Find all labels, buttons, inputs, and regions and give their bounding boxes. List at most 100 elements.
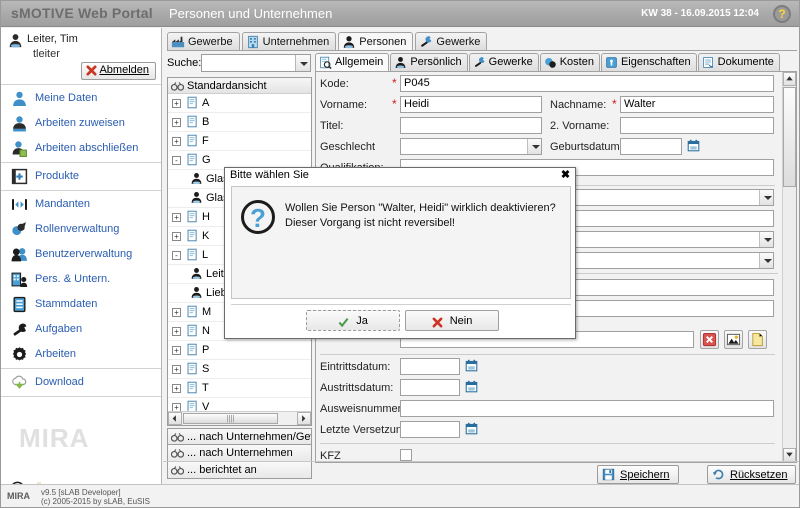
- ausweisnummer-input[interactable]: [400, 400, 774, 417]
- scroll-up-button[interactable]: [783, 72, 796, 86]
- tree-expander[interactable]: +: [172, 118, 181, 127]
- chevron-down-icon[interactable]: [759, 232, 773, 247]
- tab-gewerbe[interactable]: Gewerbe: [167, 32, 240, 51]
- scroll-left-button[interactable]: [168, 412, 182, 425]
- image-icon[interactable]: [724, 330, 743, 349]
- tree-item-folder[interactable]: + B: [168, 113, 311, 132]
- tree-expander[interactable]: +: [172, 99, 181, 108]
- tree-item-label: L: [202, 249, 209, 261]
- tab-label: Dokumente: [717, 56, 774, 68]
- kode-input[interactable]: P045: [400, 75, 774, 92]
- sidebar-item-benutzerverwaltung[interactable]: Benutzerverwaltung: [1, 242, 161, 267]
- geburtsdatum-input[interactable]: [620, 138, 682, 155]
- sidebar-item-aufgaben[interactable]: Aufgaben: [1, 317, 161, 342]
- tab-kosten[interactable]: Kosten: [539, 53, 600, 71]
- tree-hscrollbar[interactable]: ||||: [168, 411, 311, 425]
- no-button[interactable]: Nein: [405, 310, 499, 331]
- reset-button[interactable]: Rücksetzen: [707, 465, 797, 484]
- letzte-versetzung-input[interactable]: [400, 421, 460, 438]
- tree-expander[interactable]: +: [172, 365, 181, 374]
- tree-item-folder[interactable]: + S: [168, 360, 311, 379]
- austrittsdatum-input[interactable]: [400, 379, 460, 396]
- search-input[interactable]: [201, 54, 311, 72]
- tree-expander[interactable]: +: [172, 137, 181, 146]
- sidebar-item-pers-untern[interactable]: Pers. & Untern.: [1, 267, 161, 292]
- tree-item-folder[interactable]: + T: [168, 379, 311, 398]
- sidebar-item-arbeiten[interactable]: Arbeiten: [1, 342, 161, 367]
- tab-gewerke[interactable]: Gewerke: [415, 32, 488, 51]
- document-icon[interactable]: [748, 330, 767, 349]
- tab-personen[interactable]: Personen: [338, 32, 414, 51]
- tab-persoenlich[interactable]: Persönlich: [390, 53, 468, 71]
- sidebar-item-produkte[interactable]: Produkte: [1, 164, 161, 189]
- version-text: v9.5 [sLAB Developer]: [41, 488, 121, 497]
- tree-expander[interactable]: +: [172, 232, 181, 241]
- scroll-thumb[interactable]: ||||: [183, 413, 278, 424]
- titel-input[interactable]: [400, 117, 542, 134]
- page-icon: [186, 305, 200, 319]
- scroll-thumb[interactable]: [783, 87, 796, 187]
- page-title: Personen und Unternehmen: [169, 6, 333, 21]
- tree-expander[interactable]: +: [172, 308, 181, 317]
- sidebar-item-mandanten[interactable]: Mandanten: [1, 192, 161, 217]
- chevron-down-icon[interactable]: [759, 190, 773, 205]
- save-label: Speichern: [620, 469, 670, 481]
- kfz-checkbox[interactable]: [400, 449, 412, 461]
- calendar-icon[interactable]: [687, 139, 700, 152]
- person-icon: [342, 35, 356, 49]
- tree-expander[interactable]: -: [172, 251, 181, 260]
- view-option-row[interactable]: ... nach Unternehmen/Gewe: [167, 428, 312, 445]
- vorname-input[interactable]: Heidi: [400, 96, 542, 113]
- save-button[interactable]: Speichern: [597, 465, 679, 484]
- tab-dokumente[interactable]: Dokumente: [697, 53, 780, 71]
- calendar-icon[interactable]: [465, 380, 478, 393]
- view-option-row[interactable]: ... nach Unternehmen: [167, 445, 312, 462]
- tree-item-label: K: [202, 230, 210, 242]
- tab-allgemein[interactable]: Allgemein: [315, 53, 390, 71]
- vorname2-input[interactable]: [620, 117, 774, 134]
- tree-expander[interactable]: +: [172, 213, 181, 222]
- chevron-down-icon[interactable]: [295, 55, 310, 71]
- sidebar-item-arbeiten-abschliessen[interactable]: Arbeiten abschließen: [1, 136, 161, 161]
- tab-unternehmen[interactable]: Unternehmen: [241, 32, 337, 51]
- calendar-icon[interactable]: [465, 359, 478, 372]
- tree-item-folder[interactable]: + F: [168, 132, 311, 151]
- sidebar-item-arbeiten-zuweisen[interactable]: Arbeiten zuweisen: [1, 111, 161, 136]
- scroll-right-button[interactable]: [297, 412, 311, 425]
- tree-expander[interactable]: +: [172, 327, 181, 336]
- tree-expander[interactable]: +: [172, 384, 181, 393]
- form-divider: [320, 354, 775, 355]
- sidebar-item-rollenverwaltung[interactable]: Rollenverwaltung: [1, 217, 161, 242]
- tab-eigenschaften[interactable]: Eigenschaften: [600, 53, 697, 71]
- sidebar-item-download[interactable]: Download: [1, 370, 161, 395]
- geschlecht-select[interactable]: [400, 138, 542, 155]
- tree-item-folder[interactable]: + A: [168, 94, 311, 113]
- sidebar: Leiter, Tim tleiter Abmelden Meine Daten…: [1, 28, 162, 496]
- copyright-text: (c) 2005-2015 by sLAB, EuSIS: [41, 497, 150, 506]
- yes-button[interactable]: Ja: [306, 310, 400, 331]
- tree-header[interactable]: Standardansicht: [168, 78, 311, 94]
- chevron-down-icon[interactable]: [527, 139, 541, 154]
- general-icon: [319, 56, 332, 69]
- form-vscrollbar[interactable]: [782, 72, 796, 462]
- tree-expander[interactable]: +: [172, 346, 181, 355]
- chevron-down-icon[interactable]: [759, 253, 773, 268]
- gear-icon: [11, 346, 29, 364]
- scroll-down-button[interactable]: [783, 448, 796, 462]
- tab-gewerke-sub[interactable]: Gewerke: [468, 53, 539, 71]
- tree-item-label: T: [202, 382, 209, 394]
- nachname-input[interactable]: Walter: [620, 96, 774, 113]
- tree-item-label: F: [202, 135, 209, 147]
- search-label: Suche:: [167, 57, 202, 69]
- tree-item-folder[interactable]: + P: [168, 341, 311, 360]
- sidebar-item-meine-daten[interactable]: Meine Daten: [1, 86, 161, 111]
- calendar-icon[interactable]: [465, 422, 478, 435]
- tree-expander[interactable]: -: [172, 156, 181, 165]
- close-icon[interactable]: ✖: [559, 169, 572, 182]
- eintrittsdatum-input[interactable]: [400, 358, 460, 375]
- main-tabs: Gewerbe Unternehmen Personen Gewerke: [167, 32, 489, 51]
- logout-button[interactable]: Abmelden: [81, 62, 156, 80]
- question-mark-icon[interactable]: ?: [773, 5, 791, 23]
- delete-icon[interactable]: [700, 330, 719, 349]
- sidebar-item-stammdaten[interactable]: Stammdaten: [1, 292, 161, 317]
